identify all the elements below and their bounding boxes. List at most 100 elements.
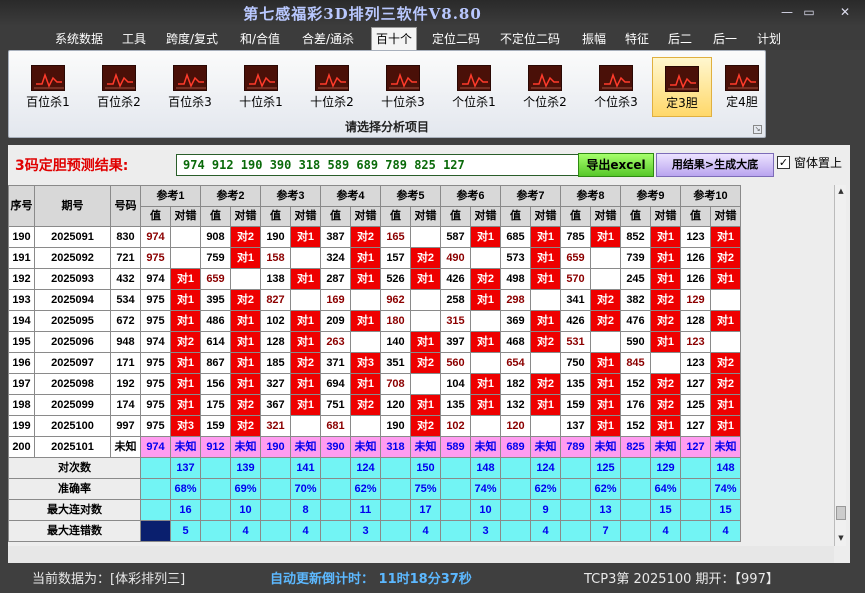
summary-value: 4 <box>710 520 741 542</box>
ribbon-button[interactable]: 百位杀3 <box>160 57 220 117</box>
ref-value: 750 <box>560 352 591 374</box>
menu-item[interactable]: 特征 <box>625 29 649 49</box>
row-seq: 200 <box>8 436 35 458</box>
minimize-button[interactable]: — <box>776 4 798 20</box>
menu-item[interactable]: 合差/通杀 <box>302 29 354 49</box>
prediction-result-field[interactable]: 974 912 190 390 318 589 689 789 825 127 <box>176 154 584 176</box>
ref-value: 708 <box>380 373 411 395</box>
ref-check <box>650 352 681 374</box>
scroll-up-icon[interactable]: ▲ <box>836 186 846 197</box>
menu-item[interactable]: 工具 <box>122 29 146 49</box>
menu-bar: 系统数据 工具 跨度/复式 和/合值 合差/通杀 百十个 定位二码 不定位二码 振幅 特征 后二 后一… <box>0 26 865 50</box>
menu-item[interactable]: 不定位二码 <box>500 29 560 49</box>
summary-value: 148 <box>470 457 501 479</box>
pending-value: 974 <box>140 436 171 458</box>
table-row[interactable]: 199 2025100 997 975 对3 159 对2 321 681 190 对2 102 120… <box>8 415 741 437</box>
ref-check <box>350 415 381 437</box>
summary-spacer <box>200 478 231 500</box>
summary-value: 4 <box>650 520 681 542</box>
ribbon-button[interactable]: 定3胆 <box>652 57 712 117</box>
menu-item[interactable]: 定位二码 <box>432 29 480 49</box>
vertical-scrollbar[interactable]: ▲ ▼ <box>834 185 846 546</box>
ref-value: 367 <box>260 394 291 416</box>
ref-value: 659 <box>560 247 591 269</box>
table-row[interactable]: 197 2025098 192 975 对1 156 对1 327 对1 694 对1 708 104 对… <box>8 373 741 395</box>
ref-value: 159 <box>200 415 231 437</box>
table-row[interactable]: 190 2025091 830 974 908 对2 190 对1 387 对2 165 587 对1 6… <box>8 226 741 248</box>
pending-check: 未知 <box>170 436 201 458</box>
ref-check: 对1 <box>410 268 441 290</box>
row-seq: 198 <box>8 394 35 416</box>
ref-value: 739 <box>620 247 651 269</box>
trend-chart-icon <box>31 65 65 91</box>
ref-value: 845 <box>620 352 651 374</box>
menu-item[interactable]: 振幅 <box>582 29 606 49</box>
scroll-down-icon[interactable]: ▼ <box>836 533 846 544</box>
ribbon-panel: 百位杀1 百位杀2 百位杀3 十位杀1 十位杀2 十位杀3 个位杀1 个位杀2 个位杀3 定3胆 定… <box>8 50 766 138</box>
group-launcher-icon[interactable]: ↘ <box>753 125 762 134</box>
horizontal-scroll-area[interactable] <box>8 546 834 563</box>
ref-check: 对3 <box>170 415 201 437</box>
ref-value: 327 <box>260 373 291 395</box>
summary-spacer <box>560 457 591 479</box>
ref-check: 对1 <box>590 394 621 416</box>
header-value: 值 <box>380 206 411 227</box>
ref-value: 321 <box>260 415 291 437</box>
table-row[interactable]: 191 2025092 721 975 759 对1 158 324 对1 157 对2 490 573… <box>8 247 741 269</box>
ribbon-button[interactable]: 个位杀3 <box>586 57 646 117</box>
ribbon-button[interactable]: 个位杀2 <box>515 57 575 117</box>
summary-spacer <box>140 457 171 479</box>
summary-spacer <box>620 520 651 542</box>
row-period: 2025091 <box>34 226 111 248</box>
summary-spacer <box>680 457 711 479</box>
pending-row[interactable]: 200 2025101 未知 974 未知 912 未知 190 未知 390 未知 318 未知 589… <box>8 436 741 458</box>
ref-value: 395 <box>200 289 231 311</box>
menu-item[interactable]: 百十个 <box>371 27 418 50</box>
table-row[interactable]: 194 2025095 672 975 对1 486 对1 102 对1 209 对1 180 315 3… <box>8 310 741 332</box>
menu-item[interactable]: 系统数据 <box>55 29 103 49</box>
menu-item[interactable]: 计划 <box>757 29 781 49</box>
summary-row: 最大连对数 16 10 8 11 17 10 9 13 15 15 <box>8 499 741 521</box>
ribbon-button[interactable]: 十位杀1 <box>231 57 291 117</box>
ref-check <box>350 289 381 311</box>
pending-value: 912 <box>200 436 231 458</box>
summary-spacer <box>260 478 291 500</box>
ribbon-button[interactable]: 定4胆 <box>712 57 772 117</box>
restore-button[interactable]: ▭ <box>798 4 820 20</box>
table-row[interactable]: 196 2025097 171 975 对1 867 对1 185 对2 371 对3 351 对2 56… <box>8 352 741 374</box>
ribbon-button[interactable]: 个位杀1 <box>444 57 504 117</box>
ribbon-button[interactable]: 百位杀1 <box>18 57 78 117</box>
ontop-checkbox[interactable]: ✓ <box>777 156 790 169</box>
ribbon-button[interactable]: 十位杀2 <box>302 57 362 117</box>
ribbon-button[interactable]: 百位杀2 <box>89 57 149 117</box>
ref-value: 128 <box>260 331 291 353</box>
summary-spacer <box>500 499 531 521</box>
table-row[interactable]: 195 2025096 948 974 对2 614 对1 128 对1 263 140 对1 397 对… <box>8 331 741 353</box>
table-row[interactable]: 198 2025099 174 975 对1 175 对2 367 对1 751 对2 120 对1 13… <box>8 394 741 416</box>
ref-check: 对1 <box>350 268 381 290</box>
ref-value: 126 <box>680 268 711 290</box>
menu-item[interactable]: 跨度/复式 <box>166 29 218 49</box>
ribbon-button-label: 定3胆 <box>666 96 698 110</box>
table-row[interactable]: 192 2025093 432 974 对1 659 138 对1 287 对1 526 对1 426 对… <box>8 268 741 290</box>
summary-value: 150 <box>410 457 441 479</box>
scroll-thumb[interactable] <box>836 506 846 520</box>
table-row[interactable]: 193 2025094 534 975 对1 395 对2 827 169 962 258 对1 298… <box>8 289 741 311</box>
menu-item[interactable]: 后二 <box>668 29 692 49</box>
close-button[interactable]: ✕ <box>834 4 856 20</box>
summary-value: 137 <box>170 457 201 479</box>
summary-spacer <box>560 499 591 521</box>
ref-value: 685 <box>500 226 531 248</box>
data-grid[interactable]: 序号 期号 号码 参考1 参考2 参考3 参考4 参考5 参考6 参考7 参考8 参考9 参考10 值对错… <box>8 185 842 545</box>
menu-item[interactable]: 和/合值 <box>240 29 280 49</box>
ref-value: 132 <box>500 394 531 416</box>
summary-value: 4 <box>410 520 441 542</box>
generate-base-button[interactable]: 用结果>生成大底 <box>656 153 774 177</box>
export-excel-button[interactable]: 导出excel <box>578 153 654 177</box>
ribbon-button[interactable]: 十位杀3 <box>373 57 433 117</box>
ref-check: 对1 <box>230 373 261 395</box>
summary-label: 准确率 <box>8 478 141 500</box>
summary-value: 125 <box>590 457 621 479</box>
menu-item[interactable]: 后一 <box>713 29 737 49</box>
summary-value: 124 <box>350 457 381 479</box>
